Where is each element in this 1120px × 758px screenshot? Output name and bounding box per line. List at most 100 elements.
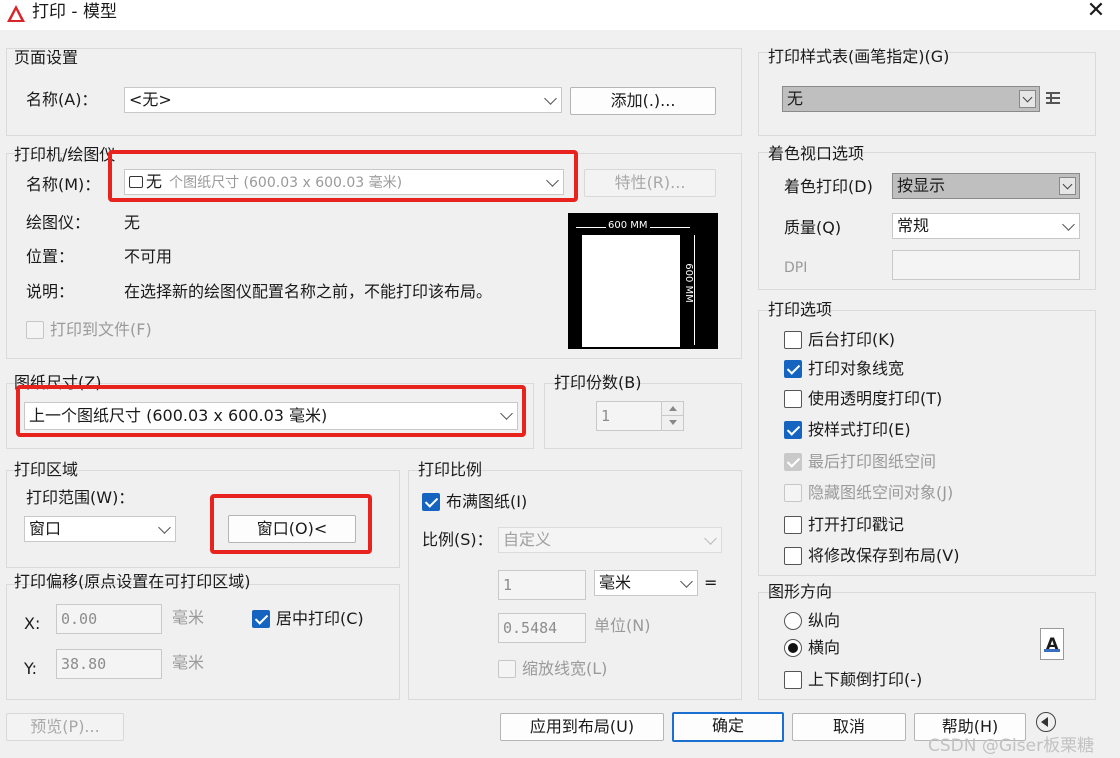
scale-units-label: 单位(N)	[594, 616, 651, 635]
plot-range-select[interactable]: 窗口	[24, 516, 176, 542]
page-setup-name-label: 名称(A)：	[26, 90, 98, 109]
offset-x-field[interactable]: 0.00	[56, 604, 162, 634]
orientation-preview-bar	[1044, 649, 1060, 652]
plot-with-styles-checkbox[interactable]	[784, 421, 802, 439]
description-value: 在选择新的绘图仪配置名称之前，不能打印该布局。	[124, 282, 493, 301]
spin-up-icon[interactable]	[661, 402, 683, 416]
quality-value: 常规	[897, 216, 930, 235]
plot-offset-group	[6, 584, 400, 700]
ok-button[interactable]: 确定	[672, 712, 784, 742]
preview-button[interactable]: 预览(P)...	[6, 713, 124, 741]
upside-down-checkbox[interactable]	[784, 671, 802, 689]
plot-with-styles-label: 按样式打印(E)	[808, 420, 911, 439]
page-setup-title: 页面设置	[14, 48, 79, 67]
plotter-label: 绘图仪：	[26, 213, 91, 232]
shade-plot-label: 着色打印(D)	[784, 177, 873, 196]
location-label: 位置：	[26, 247, 75, 266]
paper-preview: 600 MM 600 MM	[568, 213, 718, 349]
scale-label: 比例(S)：	[422, 530, 493, 549]
scale-lineweights-label: 缩放线宽(L)	[522, 659, 608, 678]
background-plot-checkbox[interactable]	[784, 331, 802, 349]
copies-value[interactable]: 1	[597, 402, 661, 430]
shade-plot-value: 按显示	[897, 176, 946, 195]
apply-to-layout-button[interactable]: 应用到布局(U)	[500, 713, 664, 741]
fit-to-paper-label: 布满图纸(I)	[446, 492, 528, 511]
collapse-options-icon[interactable]	[1036, 712, 1056, 732]
scale-value: 自定义	[503, 530, 552, 549]
offset-x-unit: 毫米	[172, 608, 205, 627]
hide-paperspace-objects-label: 隐藏图纸空间对象(J)	[808, 483, 954, 502]
chevron-down-icon	[680, 575, 693, 588]
page-setup-name-value: <无>	[129, 90, 172, 109]
plot-style-title: 打印样式表(画笔指定)(G)	[768, 47, 950, 66]
scale-unit-select[interactable]: 毫米	[594, 570, 698, 596]
preview-height-label: 600 MM	[681, 261, 694, 305]
plot-scale-title: 打印比例	[418, 460, 483, 479]
scale-select[interactable]: 自定义	[498, 527, 722, 553]
save-changes-to-layout-label: 将修改保存到布局(V)	[808, 546, 960, 565]
offset-y-unit: 毫米	[172, 653, 205, 672]
plot-transparency-checkbox[interactable]	[784, 390, 802, 408]
quality-label: 质量(Q)	[784, 218, 842, 237]
save-changes-to-layout-checkbox[interactable]	[784, 547, 802, 565]
title-bar	[0, 0, 1120, 30]
chevron-down-icon	[1062, 218, 1075, 231]
chevron-down-icon	[544, 92, 557, 105]
scale-lineweights-checkbox[interactable]	[498, 660, 516, 678]
cancel-button[interactable]: 取消	[792, 713, 906, 741]
close-button[interactable]: ✕	[1072, 0, 1120, 26]
hide-paperspace-objects-checkbox[interactable]	[784, 484, 802, 502]
dpi-label: DPI	[784, 260, 808, 276]
offset-y-field[interactable]: 38.80	[56, 649, 162, 679]
chevron-down-icon	[1019, 90, 1036, 108]
scale-value1-field[interactable]: 1	[498, 570, 586, 600]
spin-down-icon[interactable]	[661, 416, 683, 430]
chevron-down-icon	[704, 532, 717, 545]
shade-plot-select[interactable]: 按显示	[892, 173, 1080, 199]
add-page-setup-button[interactable]: 添加(.)...	[570, 87, 716, 115]
quality-select[interactable]: 常规	[892, 213, 1080, 239]
autocad-logo-icon	[7, 5, 25, 22]
print-to-file-label: 打印到文件(F)	[50, 320, 152, 339]
center-plot-checkbox[interactable]	[252, 610, 270, 628]
print-to-file-checkbox[interactable]	[26, 321, 44, 339]
copies-spinner[interactable]: 1	[596, 401, 684, 431]
plot-range-value: 窗口	[29, 519, 62, 538]
plot-area-title: 打印区域	[14, 460, 79, 479]
chevron-down-icon	[158, 521, 171, 534]
csdn-watermark: CSDN @Giser板栗糖	[928, 736, 1095, 756]
printer-properties-button[interactable]: 特性(R)...	[584, 169, 716, 197]
scale-equals-sign: =	[704, 573, 718, 592]
copies-title: 打印份数(B)	[554, 373, 642, 392]
scale-value2-field[interactable]: 0.5484	[498, 613, 586, 643]
plot-lineweights-label: 打印对象线宽	[808, 359, 905, 378]
upside-down-label: 上下颠倒打印(-)	[808, 670, 923, 689]
edit-plot-style-icon[interactable]	[1044, 89, 1062, 109]
plot-offset-title: 打印偏移(原点设置在可打印区域)	[14, 572, 251, 591]
plot-range-label: 打印范围(W)：	[26, 488, 135, 507]
plot-paperspace-last-checkbox[interactable]	[784, 453, 802, 471]
plot-style-select[interactable]: 无	[782, 86, 1040, 112]
location-value: 不可用	[124, 247, 173, 266]
plot-lineweights-checkbox[interactable]	[784, 360, 802, 378]
portrait-radio[interactable]	[784, 612, 802, 630]
plot-options-title: 打印选项	[768, 300, 833, 319]
chevron-down-icon	[1059, 177, 1076, 195]
center-plot-label: 居中打印(C)	[276, 609, 364, 628]
dpi-field[interactable]	[892, 250, 1080, 280]
orientation-preview-icon: A	[1040, 628, 1064, 660]
window-title: 打印 - 模型	[32, 2, 117, 22]
shaded-viewport-title: 着色视口选项	[768, 144, 865, 163]
window-button-highlight-box	[210, 494, 372, 554]
printer-title: 打印机/绘图仪	[14, 145, 116, 164]
paper-size-highlight-box	[16, 385, 526, 437]
plot-stamp-checkbox[interactable]	[784, 516, 802, 534]
plot-style-value: 无	[787, 89, 804, 108]
landscape-radio[interactable]	[784, 639, 802, 657]
plot-paperspace-last-label: 最后打印图纸空间	[808, 452, 937, 471]
offset-x-label: X:	[24, 614, 41, 633]
fit-to-paper-checkbox[interactable]	[422, 493, 440, 511]
plotter-value: 无	[124, 213, 141, 232]
page-setup-name-select[interactable]: <无>	[124, 87, 562, 113]
scale-unit-value: 毫米	[599, 573, 632, 592]
